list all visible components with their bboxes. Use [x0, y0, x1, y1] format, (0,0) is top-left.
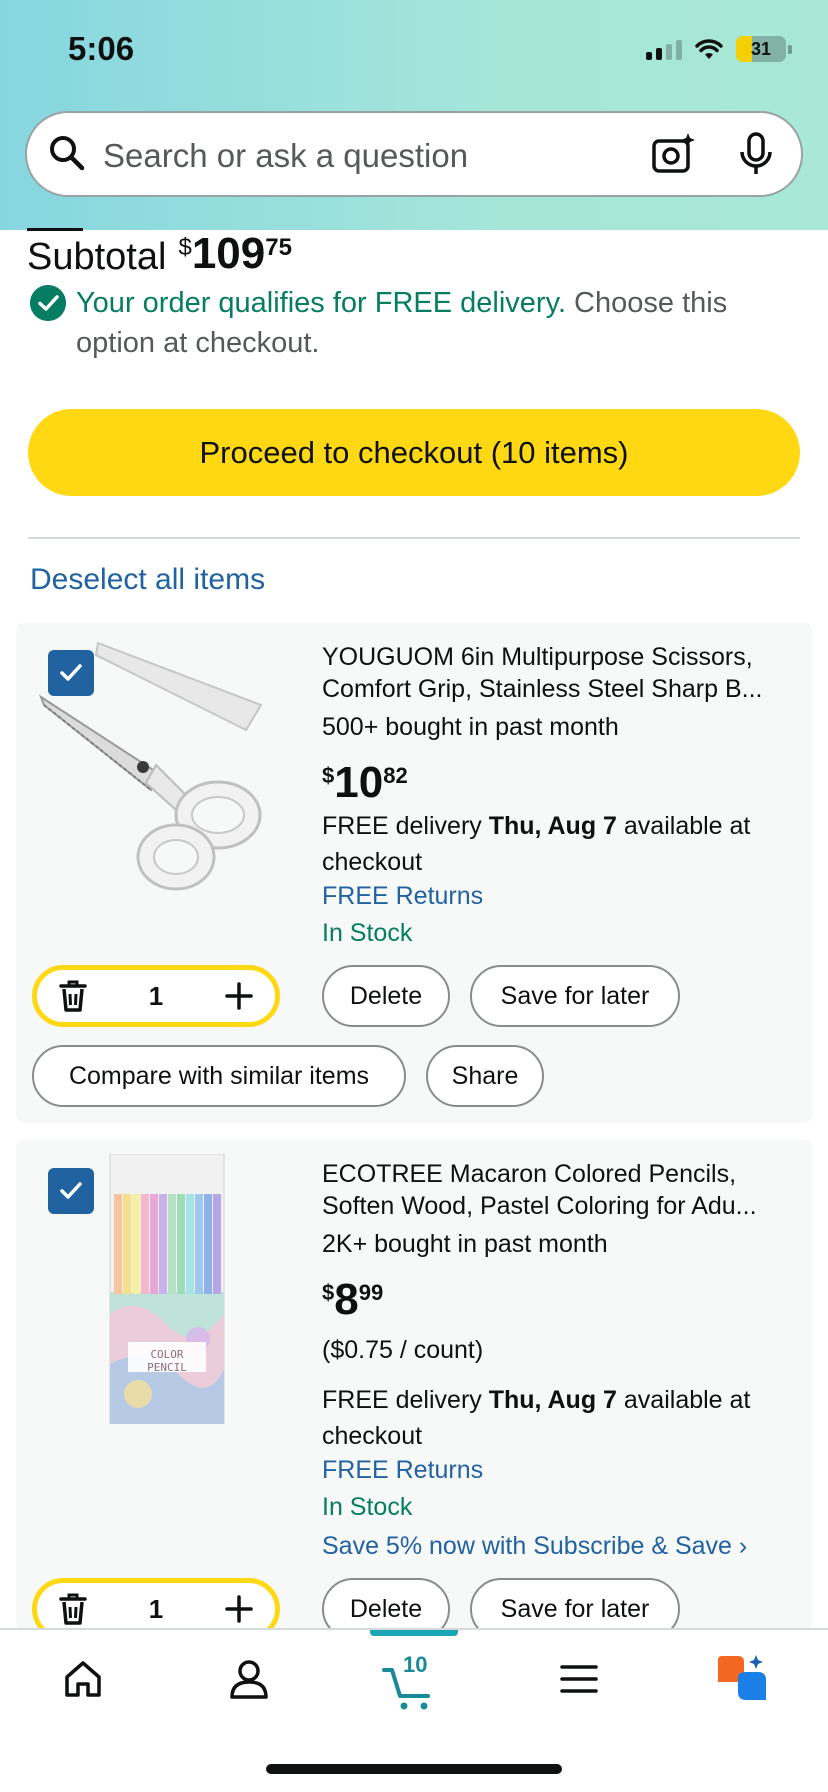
price-whole: 8: [334, 1275, 359, 1324]
battery-cap: [788, 44, 792, 54]
search-bar[interactable]: Search or ask a question: [25, 111, 803, 197]
camera-search-icon[interactable]: [650, 131, 696, 177]
free-delivery-message: Your order qualifies for FREE delivery. …: [30, 283, 790, 363]
cart-tab-indicator: [370, 1630, 458, 1636]
checkmark-icon: [60, 1182, 82, 1199]
pencils-product-image[interactable]: COLOR PENCIL: [108, 1153, 226, 1425]
item-price: $ 8 99: [322, 1278, 383, 1322]
delivery-date: Thu, Aug 7: [488, 812, 617, 840]
deselect-all-link[interactable]: Deselect all items: [30, 563, 265, 597]
product-title-line1[interactable]: YOUGUOM 6in Multipurpose Scissors,: [322, 641, 802, 673]
delivery-prefix: FREE delivery: [322, 1386, 489, 1414]
pencil-pack-graphic: [109, 1153, 225, 1425]
quantity-value: 1: [148, 980, 164, 1011]
share-button[interactable]: Share: [426, 1045, 544, 1107]
trash-icon[interactable]: [59, 980, 87, 1012]
price-fraction: 82: [383, 763, 408, 788]
subtotal-label: Subtotal: [27, 236, 167, 278]
home-indicator: [266, 1764, 562, 1774]
proceed-to-checkout-button[interactable]: Proceed to checkout (10 items): [28, 409, 800, 496]
account-icon[interactable]: [228, 1658, 270, 1700]
subscribe-save-link[interactable]: Save 5% now with Subscribe & Save ›: [322, 1532, 747, 1561]
delivery-date: Thu, Aug 7: [488, 1386, 617, 1414]
bought-count: 2K+ bought in past month: [322, 1230, 608, 1258]
unit-price: ($0.75 / count): [322, 1336, 484, 1364]
product-title[interactable]: YOUGUOM 6in Multipurpose Scissors, Comfo…: [322, 641, 802, 705]
check-circle-icon: [30, 285, 66, 321]
battery-icon: 31: [736, 36, 786, 62]
pencil-pack-label: COLOR PENCIL: [147, 1348, 187, 1374]
plus-icon[interactable]: [225, 1595, 253, 1623]
quantity-stepper[interactable]: 1: [32, 965, 280, 1027]
wifi-icon: [695, 39, 723, 59]
price-whole: 10: [334, 758, 384, 807]
save-for-later-button[interactable]: Save for later: [470, 965, 680, 1027]
product-title[interactable]: ECOTREE Macaron Colored Pencils, Soften …: [322, 1158, 802, 1222]
subtotal-fraction: 75: [265, 234, 292, 261]
cart-item: COLOR PENCIL ECOTREE Macaron Colored Pen…: [16, 1140, 812, 1640]
status-icons: 31: [646, 36, 792, 62]
item-price: $ 10 82: [322, 761, 408, 805]
subtotal: Subtotal $ 109 75: [27, 232, 292, 279]
free-returns-link[interactable]: FREE Returns: [322, 882, 483, 911]
search-icon: [50, 136, 85, 171]
stock-status: In Stock: [322, 1493, 413, 1521]
delivery-prefix: FREE delivery: [322, 812, 489, 840]
cellular-signal-icon: [646, 38, 682, 60]
price-symbol: $: [322, 763, 335, 788]
divider: [28, 537, 800, 539]
cart-item: YOUGUOM 6in Multipurpose Scissors, Comfo…: [16, 623, 812, 1123]
home-icon[interactable]: [62, 1658, 104, 1700]
delivery-info: FREE delivery Thu, Aug 7 available at ch…: [322, 808, 802, 880]
product-title-line2[interactable]: Soften Wood, Pastel Coloring for Adu...: [322, 1190, 802, 1222]
free-delivery-qualifies: Your order qualifies for FREE delivery.: [76, 287, 566, 319]
compare-similar-button[interactable]: Compare with similar items: [32, 1045, 406, 1107]
free-returns-link[interactable]: FREE Returns: [322, 1456, 483, 1485]
subtotal-whole: 109: [191, 229, 266, 278]
trash-icon[interactable]: [59, 1593, 87, 1625]
plus-icon[interactable]: [225, 982, 253, 1010]
header: 5:06 31 Search or ask a question: [0, 0, 828, 230]
status-time: 5:06: [68, 30, 135, 67]
price-symbol: $: [322, 1280, 335, 1305]
scissors-product-image[interactable]: [36, 635, 266, 895]
tab-indicator: [27, 228, 83, 231]
rufus-assistant-icon[interactable]: [714, 1654, 770, 1704]
bought-count: 500+ bought in past month: [322, 713, 619, 741]
product-title-line1[interactable]: ECOTREE Macaron Colored Pencils,: [322, 1158, 802, 1190]
search-input[interactable]: Search or ask a question: [103, 137, 468, 175]
battery-percent: 31: [750, 38, 772, 59]
delivery-info: FREE delivery Thu, Aug 7 available at ch…: [322, 1382, 802, 1454]
delete-button[interactable]: Delete: [322, 965, 450, 1027]
subtotal-currency: $: [178, 234, 192, 261]
stock-status: In Stock: [322, 919, 413, 947]
item-checkbox[interactable]: [48, 1168, 94, 1214]
cart-count-badge: 10: [403, 1652, 428, 1677]
price-fraction: 99: [358, 1280, 384, 1305]
microphone-icon[interactable]: [736, 131, 776, 177]
product-title-line2[interactable]: Comfort Grip, Stainless Steel Sharp B...: [322, 673, 802, 705]
quantity-value: 1: [148, 1593, 164, 1624]
menu-icon[interactable]: [558, 1658, 600, 1700]
